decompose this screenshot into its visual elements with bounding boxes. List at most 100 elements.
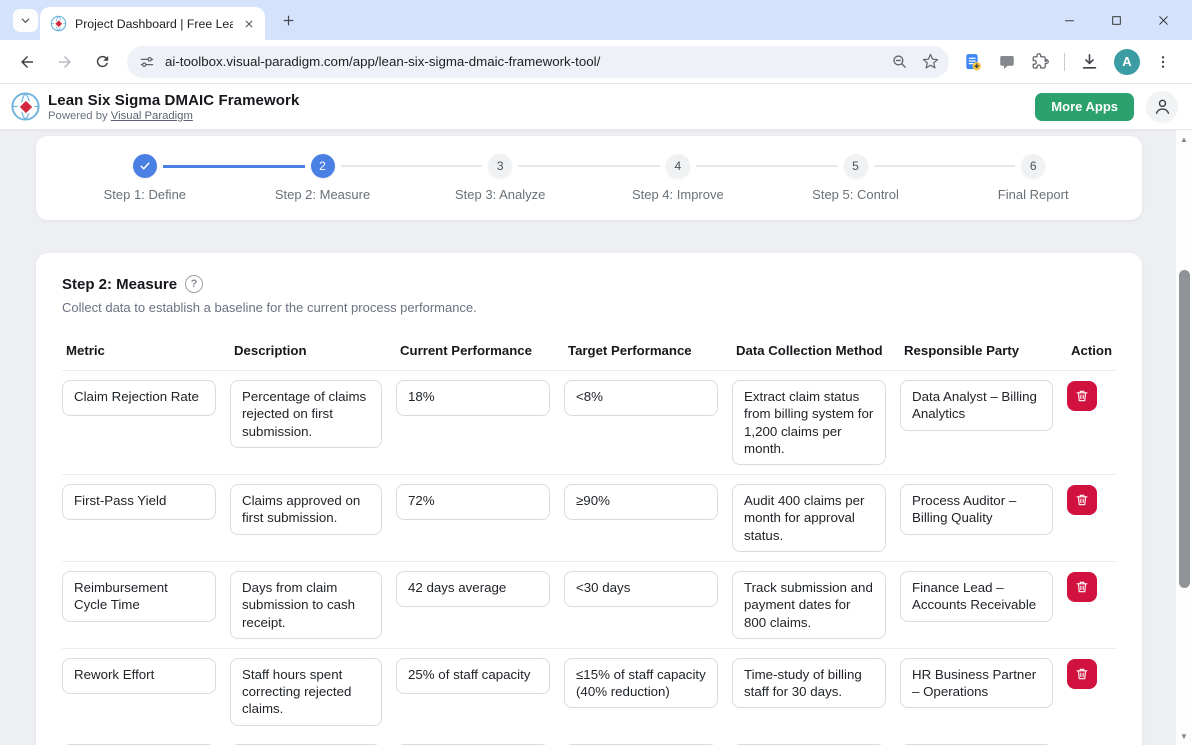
step-circle[interactable]: 4 bbox=[666, 154, 690, 178]
scroll-down-arrow-icon[interactable]: ▼ bbox=[1176, 729, 1192, 743]
data-collection-method-field[interactable]: Time-study of billing staff for 30 days. bbox=[732, 658, 886, 709]
document-download-icon bbox=[963, 52, 983, 72]
powered-by-link[interactable]: Visual Paradigm bbox=[111, 110, 193, 122]
table-header-row: Metric Description Current Performance T… bbox=[62, 343, 1116, 371]
tab-title: Project Dashboard | Free Lean S bbox=[75, 17, 233, 31]
target-performance-field[interactable]: ≥90% bbox=[564, 484, 718, 520]
metric-field[interactable]: First-Pass Yield bbox=[62, 484, 216, 520]
scrollbar-thumb[interactable] bbox=[1179, 270, 1190, 588]
app-header: Lean Six Sigma DMAIC Framework Powered b… bbox=[0, 84, 1192, 130]
metric-field[interactable]: Claim Rejection Rate bbox=[62, 380, 216, 416]
responsible-party-field[interactable]: Process Auditor – Billing Quality bbox=[900, 484, 1053, 535]
step-label: Step 3: Analyze bbox=[411, 187, 589, 202]
visual-paradigm-logo bbox=[10, 91, 41, 122]
table-row: Rework Effort Staff hours spent correcti… bbox=[62, 648, 1116, 735]
data-collection-method-field[interactable]: Track submission and payment dates for 8… bbox=[732, 571, 886, 639]
minimize-button[interactable] bbox=[1059, 10, 1080, 31]
delete-row-button[interactable] bbox=[1067, 485, 1097, 515]
help-icon[interactable]: ? bbox=[185, 275, 203, 293]
scroll-up-arrow-icon[interactable]: ▲ bbox=[1176, 132, 1192, 146]
page-scrollbar[interactable]: ▲ ▼ bbox=[1176, 130, 1192, 745]
step-label: Step 2: Measure bbox=[234, 187, 412, 202]
metric-field[interactable]: Rework Effort bbox=[62, 658, 216, 694]
trash-icon bbox=[1075, 493, 1089, 507]
step-label: Final Report bbox=[944, 187, 1122, 202]
comment-button[interactable] bbox=[998, 53, 1016, 71]
trash-icon bbox=[1075, 667, 1089, 681]
step-circle[interactable]: 5 bbox=[844, 154, 868, 178]
responsible-party-field[interactable]: HR Business Partner – Operations bbox=[900, 658, 1053, 709]
metric-field[interactable]: Reimbursement Cycle Time bbox=[62, 571, 216, 622]
close-window-button[interactable] bbox=[1153, 10, 1174, 31]
browser-tab[interactable]: Project Dashboard | Free Lean S bbox=[40, 7, 265, 40]
description-field[interactable]: Percentage of claims rejected on first s… bbox=[230, 380, 382, 448]
responsible-party-field[interactable]: Finance Lead – Accounts Receivable bbox=[900, 571, 1053, 622]
delete-row-button[interactable] bbox=[1067, 572, 1097, 602]
column-header-responsible: Responsible Party bbox=[900, 343, 1053, 358]
step-circle[interactable]: 3 bbox=[488, 154, 512, 178]
step-circle[interactable]: 1 bbox=[133, 154, 157, 178]
current-performance-field[interactable]: 25% of staff capacity bbox=[396, 658, 550, 694]
browser-titlebar: Project Dashboard | Free Lean S bbox=[0, 0, 1192, 40]
download-icon bbox=[1080, 52, 1099, 71]
description-field[interactable]: Staff hours spent correcting rejected cl… bbox=[230, 658, 382, 726]
metrics-table: Claim Rejection Rate Percentage of claim… bbox=[62, 371, 1116, 745]
target-performance-field[interactable]: <30 days bbox=[564, 571, 718, 607]
target-performance-field[interactable]: <8% bbox=[564, 380, 718, 416]
refresh-icon bbox=[94, 53, 111, 70]
site-info-tune-icon[interactable] bbox=[139, 54, 155, 70]
trash-icon bbox=[1075, 389, 1089, 403]
column-header-current: Current Performance bbox=[396, 343, 550, 358]
column-header-metric: Metric bbox=[62, 343, 216, 358]
browser-menu-button[interactable] bbox=[1155, 54, 1171, 70]
current-performance-field[interactable]: 18% bbox=[396, 380, 550, 416]
downloads-button[interactable] bbox=[1080, 52, 1099, 71]
back-button[interactable] bbox=[13, 48, 41, 76]
measure-card: Step 2: Measure ? Collect data to establ… bbox=[36, 253, 1142, 745]
table-row: Claim Rejection Rate Percentage of claim… bbox=[62, 371, 1116, 474]
stepper-step: 1 Step 1: Define bbox=[56, 136, 234, 220]
maximize-button[interactable] bbox=[1106, 10, 1127, 31]
dmaic-stepper: 1 Step 1: Define 2 Step 2: Measure bbox=[36, 136, 1142, 220]
step-label: Step 4: Improve bbox=[589, 187, 767, 202]
forward-button[interactable] bbox=[51, 48, 79, 76]
target-performance-field[interactable]: ≤15% of staff capacity (40% reduction) bbox=[564, 658, 718, 709]
forward-arrow-icon bbox=[56, 53, 74, 71]
page-content: 1 Step 1: Define 2 Step 2: Measure bbox=[0, 130, 1176, 745]
data-collection-method-field[interactable]: Audit 400 claims per month for approval … bbox=[732, 484, 886, 552]
description-field[interactable]: Claims approved on first submission. bbox=[230, 484, 382, 535]
responsible-party-field[interactable]: Data Analyst – Billing Analytics bbox=[900, 380, 1053, 431]
zoom-out-icon[interactable] bbox=[891, 53, 908, 70]
docs-extension-button[interactable] bbox=[963, 52, 983, 72]
section-subtitle: Collect data to establish a baseline for… bbox=[62, 300, 1116, 315]
url-text: ai-toolbox.visual-paradigm.com/app/lean-… bbox=[165, 54, 883, 69]
url-bar[interactable]: ai-toolbox.visual-paradigm.com/app/lean-… bbox=[127, 46, 949, 78]
column-header-description: Description bbox=[230, 343, 382, 358]
app-title: Lean Six Sigma DMAIC Framework bbox=[48, 92, 299, 109]
current-performance-field[interactable]: 72% bbox=[396, 484, 550, 520]
step-circle[interactable]: 6 bbox=[1021, 154, 1045, 178]
profile-avatar-button[interactable]: A bbox=[1114, 49, 1140, 75]
powered-by: Powered by Visual Paradigm bbox=[48, 110, 299, 122]
comment-icon bbox=[998, 53, 1016, 71]
back-arrow-icon bbox=[18, 53, 36, 71]
step-circle[interactable]: 2 bbox=[311, 154, 335, 178]
checkmark-icon bbox=[139, 160, 151, 172]
tab-search-button[interactable] bbox=[13, 9, 38, 32]
table-row: First-Pass Yield Claims approved on firs… bbox=[62, 474, 1116, 561]
tab-close-button[interactable] bbox=[241, 16, 257, 32]
data-collection-method-field[interactable]: Extract claim status from billing system… bbox=[732, 380, 886, 465]
extensions-button[interactable] bbox=[1031, 53, 1049, 71]
column-header-target: Target Performance bbox=[564, 343, 718, 358]
current-performance-field[interactable]: 42 days average bbox=[396, 571, 550, 607]
refresh-button[interactable] bbox=[89, 48, 116, 75]
new-tab-button[interactable] bbox=[278, 10, 299, 31]
delete-row-button[interactable] bbox=[1067, 381, 1097, 411]
profile-avatar: A bbox=[1114, 49, 1140, 75]
table-row: Reimbursement Cycle Time Days from claim… bbox=[62, 561, 1116, 648]
delete-row-button[interactable] bbox=[1067, 659, 1097, 689]
more-apps-button[interactable]: More Apps bbox=[1035, 93, 1134, 121]
description-field[interactable]: Days from claim submission to cash recei… bbox=[230, 571, 382, 639]
user-profile-button[interactable] bbox=[1146, 91, 1178, 123]
bookmark-star-icon[interactable] bbox=[922, 53, 939, 70]
